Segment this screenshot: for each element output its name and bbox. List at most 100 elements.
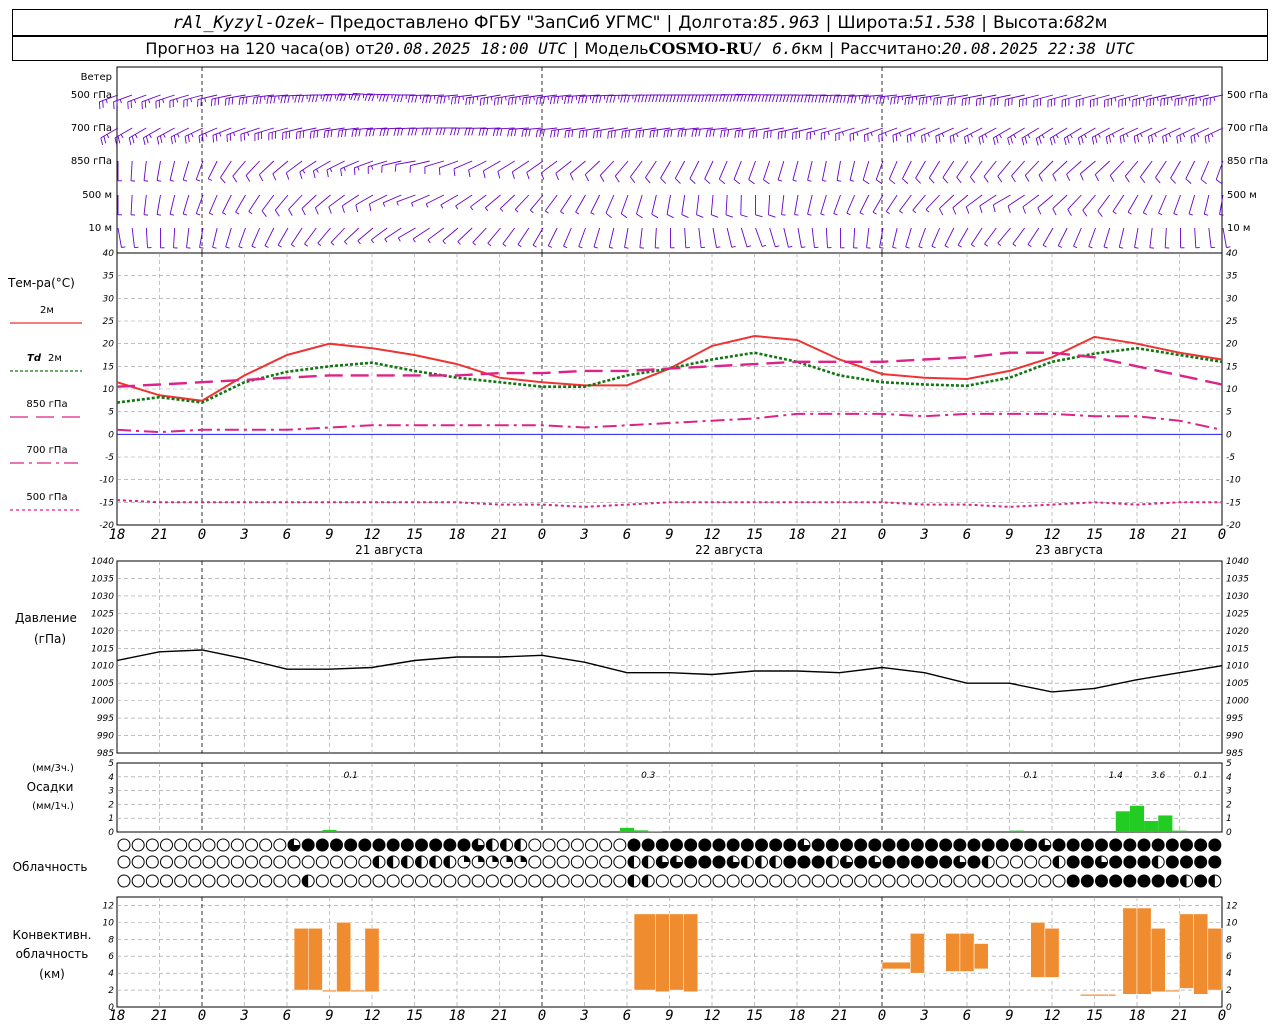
cloud-symbol-fill	[925, 856, 938, 868]
wind-barb	[254, 127, 274, 141]
wind-barb-staff	[1188, 194, 1196, 215]
wind-barb	[859, 194, 870, 215]
wind-barb-feather	[1035, 138, 1039, 146]
cloud-symbol-fill	[741, 839, 754, 851]
cloud-symbol-circle	[202, 874, 216, 888]
wind-barb-staff	[497, 160, 515, 172]
wind-barb-staff	[1155, 160, 1167, 178]
wind-barb-feather	[521, 129, 524, 137]
wind-barb	[1073, 227, 1082, 249]
wind-barb	[1089, 94, 1110, 108]
temp-ytick-right: 35	[1226, 272, 1238, 282]
wind-barb	[502, 227, 516, 247]
cloud-symbol-fill	[684, 839, 697, 851]
wind-barb	[326, 160, 345, 178]
wind-barb-feather	[863, 134, 866, 143]
wind-barb-feather	[173, 135, 177, 143]
wind-barb-feather	[400, 94, 404, 103]
wind-barb	[593, 127, 614, 139]
wind-barb-feather	[578, 130, 581, 139]
wind-barb-feather	[438, 167, 441, 176]
wind-barb-feather	[965, 97, 967, 106]
wind-barb-feather	[1139, 176, 1146, 183]
wind-barb-feather	[1052, 174, 1057, 182]
wind-barb-feather	[648, 94, 652, 103]
wind-barb	[660, 160, 671, 184]
wind-barb-half-feather	[384, 238, 388, 243]
wind-barb-staff	[629, 160, 643, 178]
precip-ytick-left: 2	[108, 800, 114, 810]
cloud-symbol	[117, 855, 131, 869]
wind-barb-staff	[1200, 160, 1210, 180]
wind-barb	[282, 127, 303, 140]
conv-ytick-right: 8	[1226, 935, 1232, 945]
wind-barb-feather	[117, 136, 121, 144]
wind-barb	[290, 227, 303, 248]
wind-barb-feather	[414, 95, 418, 103]
wind-barb-feather	[486, 97, 489, 105]
precip-total-label: 0.3	[641, 771, 656, 781]
cloud-symbol	[1208, 874, 1222, 888]
cloud-symbol-fill	[486, 839, 493, 851]
wind-barb-half-feather	[836, 180, 842, 182]
cloud-symbol-circle	[330, 874, 343, 888]
wind-barb	[353, 160, 374, 176]
wind-barb-staff	[274, 194, 289, 211]
wind-barb-half-feather	[1098, 133, 1101, 138]
wind-barb-feather	[385, 94, 389, 102]
temp-ytick-right: -5	[1226, 453, 1235, 463]
wind-barb-staff	[156, 194, 161, 215]
wind-barb-feather	[283, 95, 287, 104]
cloud-symbol-fill	[783, 839, 796, 851]
day-label-1: 21 августа	[355, 543, 423, 557]
wind-barb-half-feather	[302, 169, 306, 174]
cloud-symbol-circle	[783, 874, 797, 888]
cloud-symbol-fill	[1081, 839, 1094, 851]
x-tick-label: 0	[878, 1008, 886, 1024]
wind-barb-half-feather	[442, 240, 446, 245]
cloud-symbol	[131, 855, 145, 869]
cloud-symbol	[684, 874, 698, 888]
wind-barb-half-feather	[1114, 97, 1117, 102]
wind-barb	[1027, 227, 1040, 248]
x-tick-label: 21	[1171, 1008, 1188, 1024]
x-tick-label: 3	[239, 1008, 248, 1024]
wind-barb	[184, 127, 204, 144]
wind-barb	[304, 227, 317, 247]
wind-barb-staff	[1080, 160, 1096, 175]
wind-barb-staff	[485, 194, 501, 209]
wind-barb-feather	[482, 128, 485, 136]
wind-barb-half-feather	[1112, 211, 1117, 215]
wind-barb-feather	[457, 128, 460, 136]
wind-barb-half-feather	[470, 206, 474, 211]
wind-barb-staff	[439, 160, 459, 169]
wind-barb-feather	[485, 128, 489, 136]
wind-barb-feather	[881, 133, 883, 142]
wind-barb-feather	[340, 168, 343, 177]
cloud-symbol-fill	[1152, 839, 1165, 851]
cloud-symbol	[457, 855, 471, 869]
wind-barb	[1127, 194, 1139, 215]
wind-barb-staff	[807, 194, 813, 215]
wind-barb-feather	[159, 135, 163, 143]
wind-barb-feather	[100, 137, 104, 146]
wind-barb-half-feather	[915, 96, 918, 101]
wind-barb-feather	[1119, 136, 1122, 144]
wind-barb-feather	[644, 94, 648, 103]
wind-barb-feather	[733, 94, 737, 102]
cloud-symbol-fill	[443, 839, 456, 851]
cloud-symbol	[1151, 855, 1165, 869]
wind-barb-feather	[705, 129, 708, 138]
cloud-symbol	[1080, 874, 1094, 888]
wind-barb-feather	[638, 130, 641, 138]
wind-barb-feather	[652, 130, 655, 138]
wind-barb-staff	[1007, 194, 1025, 207]
x-tick-label: 18	[449, 527, 466, 543]
wind-barb-half-feather	[792, 179, 797, 182]
wind-barb	[409, 160, 430, 173]
cloud-symbol-circle	[995, 874, 1009, 888]
wind-barb-feather	[273, 96, 276, 104]
cloud-symbol-fill	[642, 875, 649, 887]
wind-barb	[499, 194, 515, 212]
pressure-ytick-left: 1005	[91, 679, 114, 689]
